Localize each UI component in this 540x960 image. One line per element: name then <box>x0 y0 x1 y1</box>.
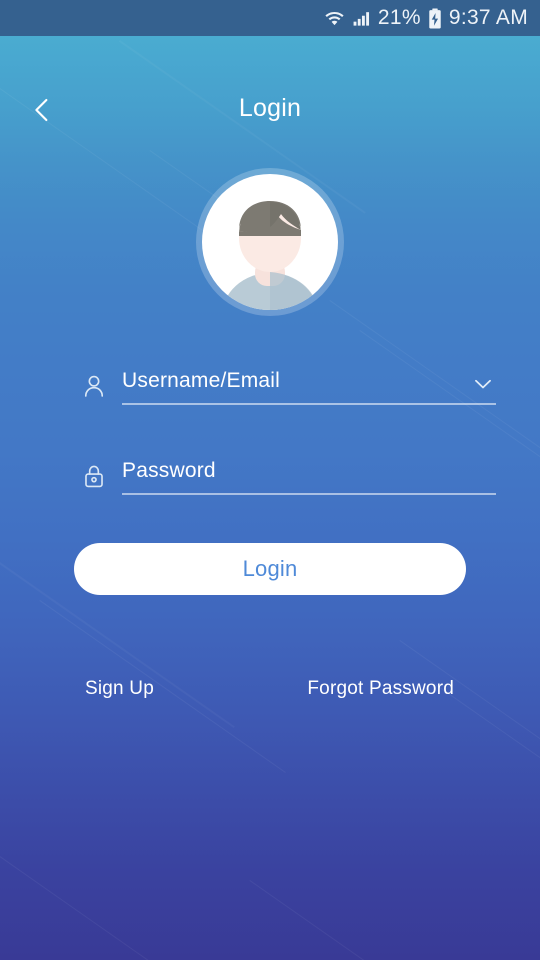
signal-bars-icon <box>352 9 371 28</box>
avatar <box>196 168 344 316</box>
username-input[interactable] <box>122 358 496 404</box>
sign-up-link[interactable]: Sign Up <box>85 678 154 700</box>
password-field[interactable] <box>76 448 496 504</box>
chevron-down-icon <box>475 379 491 389</box>
lock-outline-icon <box>76 458 112 494</box>
wifi-icon <box>324 8 345 29</box>
app-header: Login <box>0 36 540 122</box>
battery-percent-label: 21% <box>377 6 421 29</box>
user-avatar-icon <box>222 201 318 310</box>
username-field[interactable] <box>76 358 496 414</box>
page-title: Login <box>238 94 302 122</box>
username-underline <box>122 403 496 405</box>
avatar-circle <box>202 174 338 310</box>
username-dropdown-button[interactable] <box>466 367 500 401</box>
password-input[interactable] <box>122 448 496 494</box>
password-underline <box>122 493 496 495</box>
status-bar: 21% 9:37 AM <box>0 0 540 36</box>
forgot-password-link[interactable]: Forgot Password <box>307 678 454 700</box>
login-button[interactable]: Login <box>74 543 466 595</box>
battery-charging-icon <box>428 7 442 29</box>
person-outline-icon <box>76 368 112 404</box>
status-bar-clock: 9:37 AM <box>448 6 528 29</box>
auth-links: Sign Up Forgot Password <box>76 678 468 708</box>
